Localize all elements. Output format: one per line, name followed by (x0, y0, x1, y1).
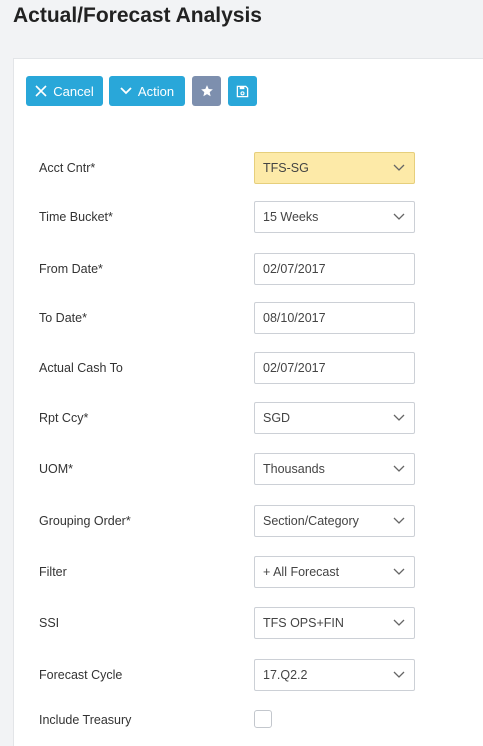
save-button[interactable] (228, 76, 257, 106)
from-date-label: From Date* (39, 262, 103, 276)
chevron-down-icon (392, 617, 406, 629)
time-bucket-value: 15 Weeks (263, 210, 319, 224)
chevron-down-icon (392, 412, 406, 424)
actual-cash-to-input[interactable]: 02/07/2017 (254, 352, 415, 384)
uom-value: Thousands (263, 462, 325, 476)
include-treasury-row: Include Treasury (39, 704, 419, 736)
to-date-row: To Date* 08/10/2017 (39, 302, 419, 334)
filter-value: + All Forecast (263, 565, 340, 579)
actual-cash-to-value: 02/07/2017 (263, 361, 326, 375)
page-title: Actual/Forecast Analysis (13, 4, 262, 27)
cancel-button[interactable]: Cancel (26, 76, 103, 106)
action-button-label: Action (137, 83, 175, 99)
acct-cntr-row: Acct Cntr* TFS-SG (39, 152, 419, 184)
star-icon (200, 84, 214, 98)
forecast-cycle-row: Forecast Cycle 17.Q2.2 (39, 659, 419, 691)
actual-cash-to-label: Actual Cash To (39, 361, 123, 375)
cancel-button-label: Cancel (53, 83, 94, 99)
include-treasury-label: Include Treasury (39, 713, 132, 727)
actual-cash-to-row: Actual Cash To 02/07/2017 (39, 352, 419, 384)
rpt-ccy-row: Rpt Ccy* SGD (39, 402, 419, 434)
ssi-row: SSI TFS OPS+FIN (39, 607, 419, 639)
rpt-ccy-value: SGD (263, 411, 291, 425)
chevron-down-icon (392, 463, 406, 475)
forecast-cycle-label: Forecast Cycle (39, 668, 123, 682)
rpt-ccy-select[interactable]: SGD (254, 402, 415, 434)
from-date-value: 02/07/2017 (263, 262, 326, 276)
to-date-value: 08/10/2017 (263, 311, 326, 325)
chevron-down-icon (120, 87, 132, 95)
time-bucket-label: Time Bucket* (39, 210, 113, 224)
uom-label: UOM* (39, 462, 74, 476)
time-bucket-row: Time Bucket* 15 Weeks (39, 201, 419, 233)
filter-select[interactable]: + All Forecast (254, 556, 415, 588)
filter-row: Filter + All Forecast (39, 556, 419, 588)
to-date-input[interactable]: 08/10/2017 (254, 302, 415, 334)
chevron-down-icon (392, 669, 406, 681)
forecast-cycle-value: 17.Q2.2 (263, 668, 308, 682)
forecast-cycle-select[interactable]: 17.Q2.2 (254, 659, 415, 691)
include-treasury-checkbox[interactable] (254, 710, 272, 728)
grouping-order-value: Section/Category (263, 514, 359, 528)
uom-row: UOM* Thousands (39, 453, 419, 485)
from-date-row: From Date* 02/07/2017 (39, 253, 419, 285)
time-bucket-select[interactable]: 15 Weeks (254, 201, 415, 233)
uom-select[interactable]: Thousands (254, 453, 415, 485)
chevron-down-icon (392, 162, 406, 174)
chevron-down-icon (392, 566, 406, 578)
chevron-down-icon (392, 515, 406, 527)
to-date-label: To Date* (39, 311, 87, 325)
grouping-order-select[interactable]: Section/Category (254, 505, 415, 537)
close-icon (35, 85, 47, 97)
save-icon (236, 85, 249, 98)
chevron-down-icon (392, 211, 406, 223)
ssi-value: TFS OPS+FIN (263, 616, 344, 630)
acct-cntr-select[interactable]: TFS-SG (254, 152, 415, 184)
filter-label: Filter (39, 565, 67, 579)
form-panel: Cancel Action Acct Cntr* TFS-SG Time Buc… (13, 58, 483, 746)
rpt-ccy-label: Rpt Ccy* (39, 411, 89, 425)
grouping-order-row: Grouping Order* Section/Category (39, 505, 419, 537)
ssi-select[interactable]: TFS OPS+FIN (254, 607, 415, 639)
from-date-input[interactable]: 02/07/2017 (254, 253, 415, 285)
ssi-label: SSI (39, 616, 60, 630)
favorite-button[interactable] (192, 76, 221, 106)
grouping-order-label: Grouping Order* (39, 514, 131, 528)
acct-cntr-label: Acct Cntr* (39, 161, 96, 175)
action-button[interactable]: Action (109, 76, 185, 106)
acct-cntr-value: TFS-SG (263, 161, 309, 175)
